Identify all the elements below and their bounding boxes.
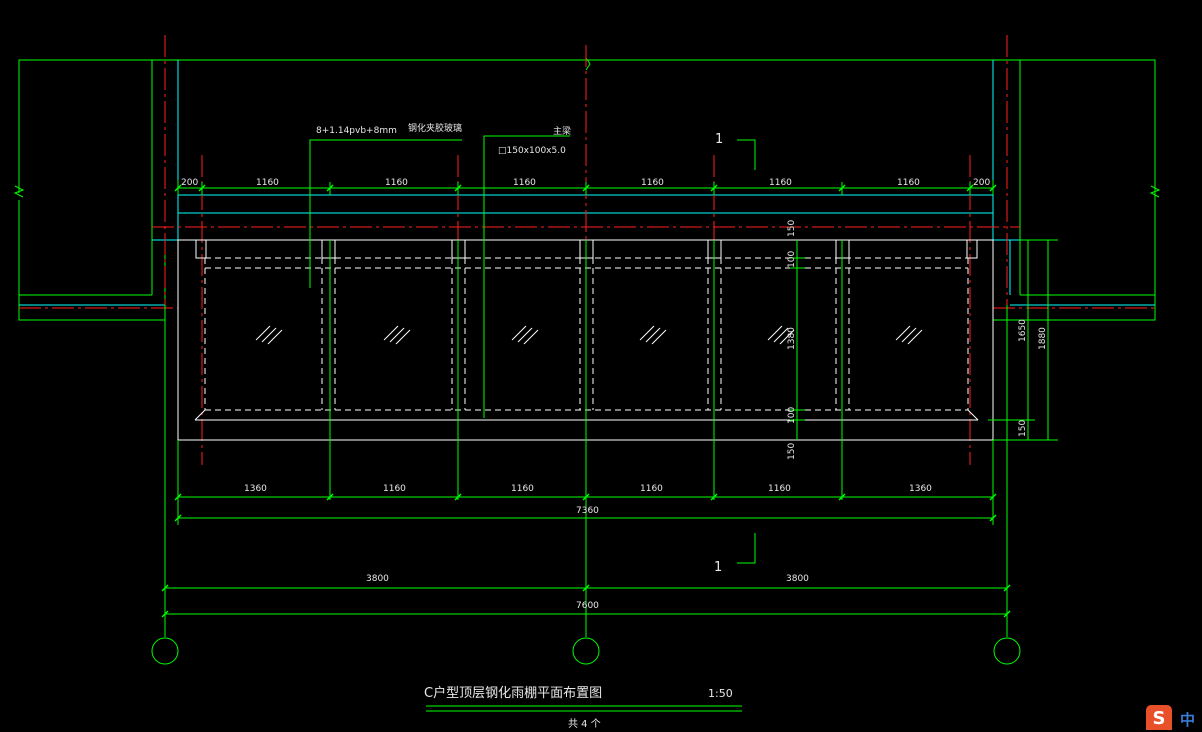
dim-v-outer-0: 1650: [1018, 319, 1028, 342]
dim-top-0: 200: [181, 178, 198, 188]
axis-centerlines: [19, 35, 1155, 470]
dimension-texts: 200 1160 1160 1160 1160 1160 1160 200 13…: [181, 178, 1048, 611]
building-outline: [13, 57, 1161, 321]
dim-total-inner: 7360: [576, 506, 599, 516]
ime-language-toggle[interactable]: 中: [1180, 709, 1195, 730]
dimension-lines: [164, 135, 1058, 712]
dim-v-2: 1380: [787, 327, 797, 350]
dim-top-5: 1160: [769, 178, 792, 188]
ime-indicator[interactable]: S 中: [1146, 705, 1202, 730]
beam-size-label: □150x100x5.0: [498, 146, 566, 156]
dim-top-3: 1160: [513, 178, 536, 188]
dim-v-outer-1: 1880: [1038, 327, 1048, 350]
dim-bottom-3: 1160: [640, 484, 663, 494]
dim-bottom-4: 1160: [768, 484, 791, 494]
main-beam-label: 主梁: [553, 125, 571, 137]
dim-axis-1: 3800: [786, 574, 809, 584]
drawing-title: C户型顶层钢化雨棚平面布置图: [424, 685, 602, 701]
axis-bubble-center: [572, 637, 600, 665]
drawing-subnote: 共 4 个: [568, 718, 601, 730]
axis-bubbles: [151, 637, 1021, 665]
dim-bottom-0: 1360: [244, 484, 267, 494]
section-mark-top: 1: [715, 132, 723, 147]
dim-v-0: 150: [787, 220, 797, 237]
dim-top-1: 1160: [256, 178, 279, 188]
section-mark-bottom: 1: [714, 560, 722, 575]
drawing-scale: 1:50: [708, 687, 733, 700]
cad-drawing: 200 1160 1160 1160 1160 1160 1160 200 13…: [13, 35, 1161, 730]
sogou-logo-icon[interactable]: S: [1146, 705, 1172, 730]
dim-v-4: 150: [787, 443, 797, 460]
dim-top-7: 200: [973, 178, 990, 188]
dim-bottom-2: 1160: [511, 484, 534, 494]
dim-v-right-150: 150: [1018, 420, 1028, 437]
dim-top-6: 1160: [897, 178, 920, 188]
dim-top-2: 1160: [385, 178, 408, 188]
dim-total-axis: 7600: [576, 601, 599, 611]
dim-bottom-1: 1160: [383, 484, 406, 494]
glass-hatch: [255, 325, 923, 345]
dim-v-3: 100: [787, 407, 797, 424]
glass-spec-label: 8+1.14pvb+8mm: [316, 126, 397, 136]
dim-bottom-5: 1360: [909, 484, 932, 494]
axis-bubble-right: [993, 637, 1021, 665]
dim-v-1: 100: [787, 251, 797, 268]
axis-bubble-left: [151, 637, 179, 665]
dim-axis-0: 3800: [366, 574, 389, 584]
glass-name-label: 钢化夹胶玻璃: [408, 122, 462, 134]
dim-top-4: 1160: [641, 178, 664, 188]
